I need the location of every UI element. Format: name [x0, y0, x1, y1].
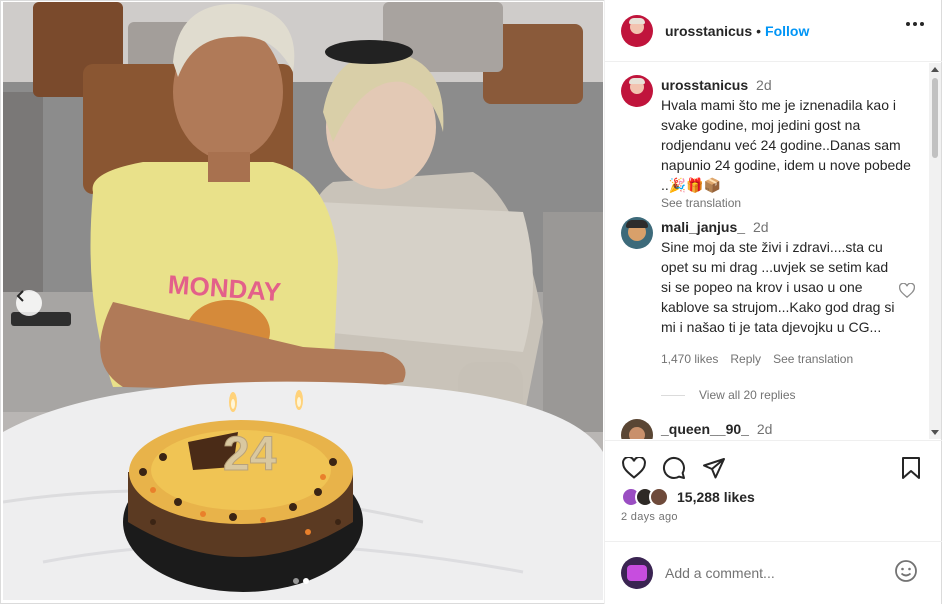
comments-list[interactable]: urosstanicus 2d Hvala mami što me je izn…: [605, 63, 942, 439]
comment-icon[interactable]: [661, 455, 687, 481]
post-header: urosstanicus • Follow: [605, 0, 942, 62]
author-avatar[interactable]: [621, 14, 653, 47]
author-username[interactable]: urosstanicus: [665, 23, 752, 39]
commenter-avatar[interactable]: [621, 217, 653, 249]
comment-username[interactable]: _queen__90_: [661, 421, 749, 437]
carousel-dot: [293, 578, 299, 584]
share-icon[interactable]: [701, 455, 727, 481]
comment-time: 2d: [756, 421, 773, 437]
caption-time: 2d: [756, 77, 772, 93]
heart-icon[interactable]: [621, 455, 647, 481]
caption-username[interactable]: urosstanicus: [661, 77, 748, 93]
bookmark-icon[interactable]: [898, 455, 924, 481]
comment-see-translation[interactable]: See translation: [773, 349, 853, 369]
cake-topper: 24: [223, 428, 277, 481]
comment-likes[interactable]: 1,470 likes: [661, 349, 718, 369]
chevron-left-icon: [16, 290, 24, 302]
view-replies-button[interactable]: View all 20 replies: [661, 388, 796, 402]
view-replies-label: View all 20 replies: [699, 388, 796, 402]
scroll-up-arrow-icon[interactable]: [931, 67, 939, 72]
post-actions: 15,288 likes 2 days ago: [605, 440, 942, 540]
caption-see-translation[interactable]: See translation: [661, 195, 921, 211]
emoji-icon[interactable]: [894, 559, 918, 588]
photo-illustration: MONDAY 24: [3, 2, 603, 600]
likes-summary[interactable]: 15,288 likes: [621, 487, 755, 507]
current-user-avatar: [621, 557, 653, 589]
separator-dot: •: [756, 22, 762, 39]
liker-avatars: [621, 487, 669, 507]
comment-like-heart-icon[interactable]: [898, 282, 916, 303]
caption-text: Hvala mami što me je iznenadila kao i sv…: [661, 97, 911, 193]
comment-text: Sine moj da ste živi i zdravi....sta cu …: [661, 239, 895, 335]
scroll-thumb[interactable]: [932, 78, 938, 158]
comment-username[interactable]: mali_janjus_: [661, 219, 745, 235]
caption-item: urosstanicus 2d Hvala mami što me je izn…: [621, 75, 921, 211]
carousel-dot-active: [303, 578, 309, 584]
add-comment-input[interactable]: [665, 565, 885, 581]
more-options-icon[interactable]: [906, 22, 924, 26]
carousel-prev-button[interactable]: [16, 290, 42, 316]
follow-button[interactable]: Follow: [765, 23, 809, 39]
commenter-avatar[interactable]: [621, 419, 653, 439]
liker-avatar: [649, 487, 669, 507]
carousel-indicator: [293, 578, 309, 584]
comment-item: _queen__90_ 2d: [621, 419, 921, 439]
comments-scrollbar[interactable]: [929, 63, 941, 439]
comment-reply-button[interactable]: Reply: [730, 349, 761, 369]
likes-count[interactable]: 15,288 likes: [677, 489, 755, 505]
comment-item: mali_janjus_ 2d Sine moj da ste živi i z…: [621, 217, 921, 369]
post-photo[interactable]: MONDAY 24: [3, 2, 603, 600]
caption-author-avatar[interactable]: [621, 75, 653, 107]
post-side-panel: urosstanicus • Follow urosstanicus 2d Hv…: [604, 0, 942, 604]
comment-time: 2d: [752, 219, 769, 235]
scroll-down-arrow-icon[interactable]: [931, 430, 939, 435]
add-comment-bar: [605, 541, 942, 604]
post-timestamp: 2 days ago: [621, 511, 678, 523]
